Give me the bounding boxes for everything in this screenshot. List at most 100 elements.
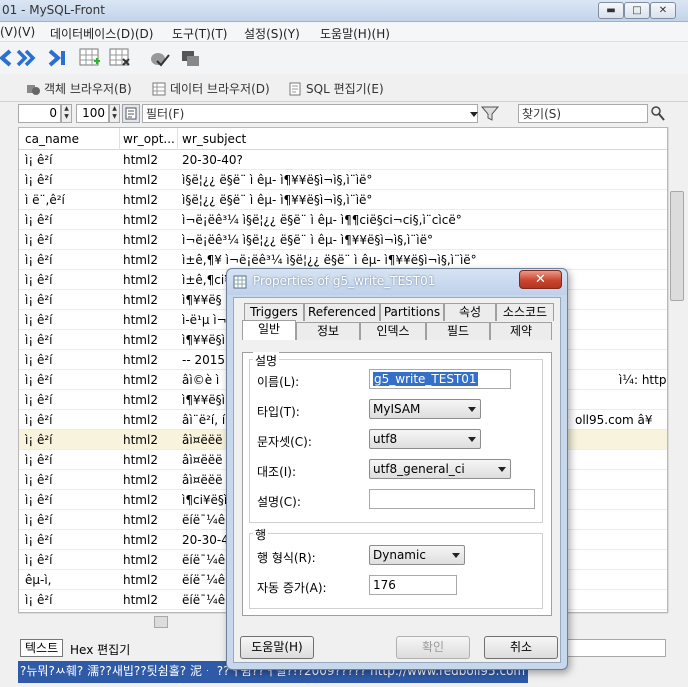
column-header-wr-subject[interactable]: wr_subject [182, 132, 246, 146]
grid-cell[interactable]: html2 [123, 233, 175, 247]
grid-cell[interactable]: html2 [123, 593, 175, 607]
grid-cell[interactable]: html2 [123, 353, 175, 367]
grid-cell[interactable]: ì¬ë¡ëê³¼ ì§ë¦¿¿ ë§ë¨ ì êµ- ì¶¶cië§ci¬ci§… [182, 213, 662, 227]
grid-cell[interactable]: html2 [123, 533, 175, 547]
help-button[interactable]: 도움말(H) [240, 636, 314, 659]
grid-cell[interactable]: ì¡ ê²í [25, 493, 117, 507]
ok-button[interactable]: 확인 [396, 636, 470, 659]
grid-cell[interactable]: ì¡ ê²í [25, 233, 117, 247]
menu-database[interactable]: 데이터베이스(D)(D) [50, 25, 153, 42]
delete-record-icon[interactable] [108, 46, 132, 70]
charset-select[interactable]: utf8 [369, 429, 481, 449]
tab-indexes[interactable]: 인덱스 [360, 322, 426, 340]
grid-cell[interactable]: ì¡ ê²í [25, 253, 117, 267]
grid-cell[interactable]: ì¡ ê²í [25, 313, 117, 327]
grid-cell[interactable]: ì¡ ê²í [25, 593, 117, 607]
grid-cell[interactable]: 20-30-40? [182, 153, 662, 167]
horizontal-scroll-thumb[interactable] [154, 616, 168, 628]
grid-cell[interactable]: ì¡ ê²í [25, 293, 117, 307]
tab-triggers[interactable]: Triggers [244, 303, 304, 321]
grid-cell[interactable]: html2 [123, 513, 175, 527]
grid-cell[interactable]: html2 [123, 253, 175, 267]
tab-referenced[interactable]: Referenced [304, 303, 380, 321]
grid-cell[interactable]: html2 [123, 573, 175, 587]
grid-cell[interactable]: ì¡ ê²í [25, 153, 117, 167]
grid-cell[interactable]: ì¡ ê²í [25, 553, 117, 567]
grid-cell[interactable]: html2 [123, 493, 175, 507]
grid-cell[interactable]: html2 [123, 413, 175, 427]
grid-cell[interactable]: html2 [123, 193, 175, 207]
last-record-icon[interactable] [46, 46, 70, 70]
tab-fields[interactable]: 필드 [426, 322, 490, 340]
tab-attributes[interactable]: 속성 [444, 303, 496, 321]
grid-cell[interactable]: html2 [123, 293, 175, 307]
grid-cell[interactable]: ì¡ ê²í [25, 373, 117, 387]
fast-forward-icon[interactable] [14, 46, 38, 70]
post-record-icon[interactable] [148, 46, 172, 70]
menu-view[interactable]: (V)(V) [0, 25, 35, 39]
insert-record-icon[interactable] [78, 46, 102, 70]
close-window-button[interactable]: ✕ [650, 2, 676, 19]
grid-cell[interactable]: ì¡ ê²í [25, 393, 117, 407]
grid-cell[interactable]: ì¡ ê²í [25, 433, 117, 447]
offset-spinner[interactable]: ▲ ▼ [61, 104, 72, 123]
filter-dropdown-icon[interactable] [470, 112, 478, 117]
vertical-scrollbar[interactable] [668, 127, 685, 613]
search-input[interactable]: 찾기(S) [518, 104, 648, 123]
grid-cell[interactable]: ì§ë¦¿¿ ë§ë¨ ì êµ- ì¶¥¥ë§ì¬ì§,ì¨ìë° [182, 173, 662, 187]
menu-tools[interactable]: 도구(T)(T) [172, 25, 227, 42]
grid-cell[interactable]: ì¡ ê²í [25, 333, 117, 347]
comment-input[interactable] [369, 489, 535, 509]
table-row[interactable]: ì¡ ê²í html2 ì¬ë¡ëê³¼ ì§ë¦¿¿ ë§ë¨ ì êµ- ì¶… [19, 230, 667, 250]
grid-cell[interactable]: ì¡ ê²í [25, 533, 117, 547]
tab-partitions[interactable]: Partitions [380, 303, 444, 321]
limit-spinner[interactable]: ▲ ▼ [109, 104, 120, 123]
tab-info[interactable]: 정보 [296, 322, 360, 340]
grid-cell[interactable]: html2 [123, 153, 175, 167]
tab-source-code[interactable]: 소스코드 [496, 303, 554, 321]
grid-cell[interactable]: html2 [123, 453, 175, 467]
grid-cell[interactable]: html2 [123, 373, 175, 387]
grid-cell[interactable]: html2 [123, 553, 175, 567]
grid-cell[interactable]: html2 [123, 473, 175, 487]
limit-input[interactable]: 100 [76, 104, 109, 123]
grid-cell[interactable]: ì¡ ê²í [25, 213, 117, 227]
grid-cell[interactable]: html2 [123, 333, 175, 347]
grid-cell[interactable]: ì¡ ê²í [25, 473, 117, 487]
offset-input[interactable]: 0 [18, 104, 61, 123]
grid-cell[interactable]: html2 [123, 173, 175, 187]
table-row[interactable]: ì ë¨,ê²í html2 ì§ë¦¿¿ ë§ë¨ ì êµ- ì¶¥¥ë§ì¬ì… [19, 190, 667, 210]
name-input[interactable]: g5_write_TEST01 [369, 369, 511, 389]
grid-cell[interactable]: html2 [123, 393, 175, 407]
data-browser-tab[interactable]: 데이터 브라우저(D) [152, 80, 270, 97]
cancel-button[interactable]: 취소 [484, 636, 558, 659]
tab-constraints[interactable]: 제약 [490, 322, 552, 340]
menu-settings[interactable]: 설정(S)(Y) [244, 25, 300, 42]
grid-cell[interactable]: html2 [123, 433, 175, 447]
grid-cell[interactable]: html2 [123, 313, 175, 327]
auto-increment-input[interactable]: 176 [369, 575, 457, 595]
sql-editor-tab[interactable]: SQL 편집기(E) [288, 80, 384, 97]
limit-toggle-icon[interactable] [122, 104, 140, 123]
table-row[interactable]: ì¡ ê²í html2 ì¬ë¡ëê³¼ ì§ë¦¿¿ ë§ë¨ ì êµ- ì¶… [19, 210, 667, 230]
engine-select[interactable]: MyISAM [369, 399, 481, 419]
grid-cell[interactable]: ì¡ ê²í [25, 453, 117, 467]
table-row[interactable]: ì¡ ê²í html2 20-30-40? [19, 150, 667, 170]
collation-select[interactable]: utf8_general_ci [369, 459, 511, 479]
grid-cell[interactable]: html2 [123, 213, 175, 227]
grid-cell[interactable]: ì ë¨,ê²í [25, 193, 117, 207]
maximize-button[interactable]: □ [624, 2, 650, 19]
row-format-select[interactable]: Dynamic [369, 545, 465, 565]
grid-cell[interactable]: ì¡ ê²í [25, 353, 117, 367]
grid-cell[interactable]: ì§ë¦¿¿ ë§ë¨ ì êµ- ì¶¥¥ë§ì¬ì§,ì¨ìë° [182, 193, 662, 207]
grid-cell[interactable]: ì¡ ê²í [25, 513, 117, 527]
minimize-button[interactable]: ▬ [598, 2, 624, 19]
column-header-ca-name[interactable]: ca_name [25, 132, 79, 146]
tab-general[interactable]: 일반 [242, 320, 296, 340]
funnel-icon[interactable] [480, 105, 500, 125]
filter-input[interactable]: 필터(F) [142, 104, 478, 123]
search-icon[interactable] [650, 105, 666, 125]
grid-cell[interactable]: ì¡ ê²í [25, 413, 117, 427]
vertical-scroll-thumb[interactable] [670, 191, 684, 301]
text-tab[interactable]: 텍스트 [20, 639, 64, 657]
